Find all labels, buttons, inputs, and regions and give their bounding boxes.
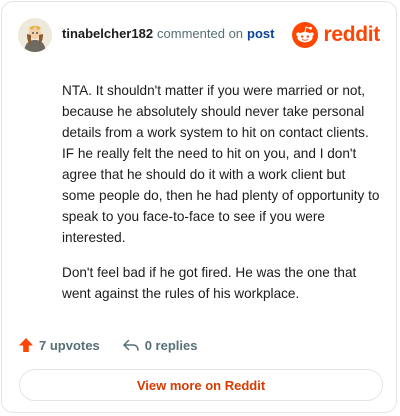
comment-meta: tinabelcher182 commented on post	[62, 26, 275, 41]
upvotes-stat[interactable]: 7 upvotes	[18, 337, 100, 353]
comment-header: tinabelcher182 commented on post reddit	[18, 18, 380, 52]
user-avatar[interactable]	[18, 18, 52, 52]
replies-stat[interactable]: 0 replies	[122, 337, 198, 353]
comment-embed-card: tinabelcher182 commented on post reddit NT…	[1, 1, 397, 413]
reddit-wordmark: reddit	[323, 23, 380, 46]
username-link[interactable]: tinabelcher182	[62, 26, 153, 41]
reply-arrow-icon	[122, 339, 139, 351]
avatar-icon	[18, 18, 52, 52]
reddit-snoo-icon	[292, 22, 319, 48]
view-more-button[interactable]: View more on Reddit	[19, 369, 383, 401]
post-link[interactable]: post	[247, 26, 274, 41]
comment-body: NTA. It shouldn't matter if you were mar…	[62, 80, 382, 318]
comment-paragraph: Don't feel bad if he got fired. He was t…	[62, 265, 357, 301]
comment-paragraph: NTA. It shouldn't matter if you were mar…	[62, 83, 380, 245]
upvotes-count: 7 upvotes	[39, 337, 100, 353]
action-text: commented on	[157, 26, 244, 41]
comment-footer: 7 upvotes 0 replies	[18, 334, 219, 356]
replies-count: 0 replies	[144, 337, 198, 353]
upvote-arrow-icon	[19, 338, 33, 352]
reddit-logo[interactable]: reddit	[292, 22, 380, 48]
